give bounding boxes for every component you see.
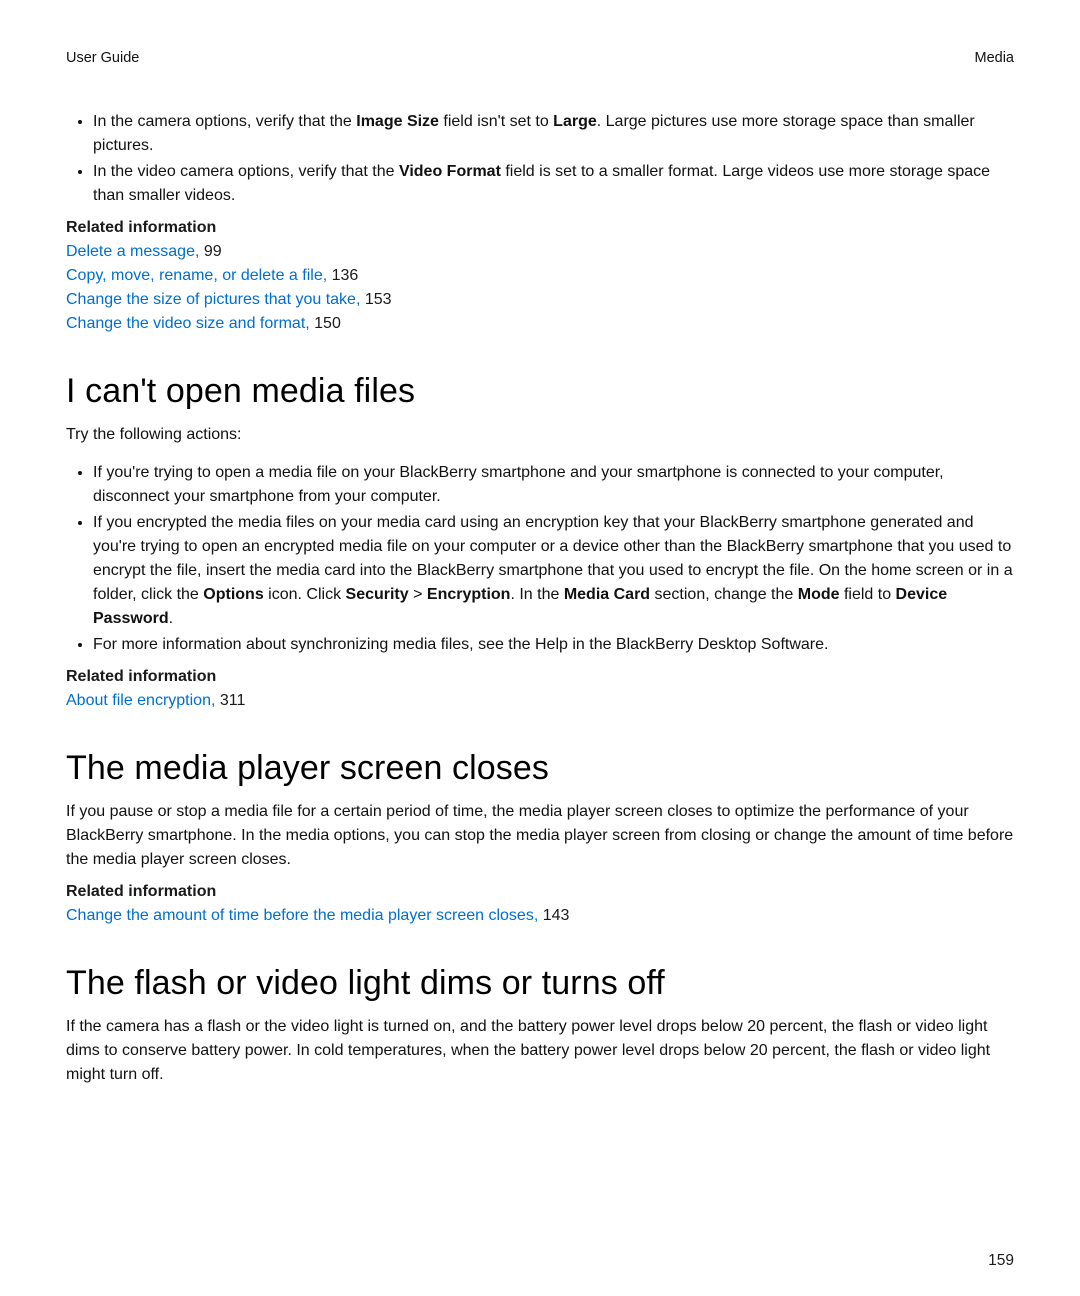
bold-text: Options xyxy=(203,586,263,603)
body-text: . In the xyxy=(510,586,563,603)
bold-text: Security xyxy=(346,586,409,603)
related-info-heading: Related information xyxy=(66,880,1014,904)
list-item: In the video camera options, verify that… xyxy=(93,160,1014,208)
body-text: In the video camera options, verify that… xyxy=(93,163,399,180)
page-number: 159 xyxy=(988,1252,1014,1270)
section-body: If the camera has a flash or the video l… xyxy=(66,1015,1014,1087)
section-intro: Try the following actions: xyxy=(66,423,1014,447)
bold-text: Video Format xyxy=(399,163,501,180)
bold-text: Image Size xyxy=(356,113,439,130)
related-link[interactable]: Delete a message, xyxy=(66,243,204,260)
body-text: field to xyxy=(840,586,896,603)
bold-text: Mode xyxy=(798,586,840,603)
page: User Guide Media In the camera options, … xyxy=(0,0,1080,1296)
section-body: If you pause or stop a media file for a … xyxy=(66,800,1014,872)
related-item: Copy, move, rename, or delete a file, 13… xyxy=(66,264,1014,288)
related-item: Change the amount of time before the med… xyxy=(66,904,1014,928)
related-info-heading: Related information xyxy=(66,665,1014,689)
related-item: Change the size of pictures that you tak… xyxy=(66,288,1014,312)
related-page-number: 99 xyxy=(204,243,222,260)
section-heading-flash-dims: The flash or video light dims or turns o… xyxy=(66,964,1014,1003)
bold-text: Large xyxy=(553,113,597,130)
top-bullets: In the camera options, verify that the I… xyxy=(66,110,1014,208)
related-info-heading: Related information xyxy=(66,216,1014,240)
body-text: field isn't set to xyxy=(439,113,553,130)
related-links-2: About file encryption, 311 xyxy=(66,689,1014,713)
related-link[interactable]: Change the video size and format, xyxy=(66,315,314,332)
list-item: If you're trying to open a media file on… xyxy=(93,461,1014,509)
related-page-number: 311 xyxy=(220,692,246,709)
section-heading-cant-open: I can't open media files xyxy=(66,372,1014,411)
related-item: Delete a message, 99 xyxy=(66,240,1014,264)
list-item: If you encrypted the media files on your… xyxy=(93,511,1014,631)
related-link[interactable]: About file encryption, xyxy=(66,692,220,709)
related-page-number: 153 xyxy=(365,291,392,308)
body-text: If you're trying to open a media file on… xyxy=(93,464,944,505)
related-page-number: 150 xyxy=(314,315,341,332)
bold-text: Media Card xyxy=(564,586,650,603)
list-item: For more information about synchronizing… xyxy=(93,633,1014,657)
body-text: For more information about synchronizing… xyxy=(93,636,828,653)
body-text: > xyxy=(409,586,427,603)
header-right: Media xyxy=(975,50,1015,66)
body-text: section, change the xyxy=(650,586,798,603)
related-link[interactable]: Change the amount of time before the med… xyxy=(66,907,543,924)
related-links-1: Delete a message, 99Copy, move, rename, … xyxy=(66,240,1014,336)
body-text: icon. Click xyxy=(264,586,346,603)
related-page-number: 143 xyxy=(543,907,570,924)
bold-text: Encryption xyxy=(427,586,511,603)
related-link[interactable]: Change the size of pictures that you tak… xyxy=(66,291,365,308)
related-links-3: Change the amount of time before the med… xyxy=(66,904,1014,928)
related-item: About file encryption, 311 xyxy=(66,689,1014,713)
body-text: In the camera options, verify that the xyxy=(93,113,356,130)
body-text: . xyxy=(169,610,173,627)
related-page-number: 136 xyxy=(332,267,359,284)
s1-bullets: If you're trying to open a media file on… xyxy=(66,461,1014,657)
related-item: Change the video size and format, 150 xyxy=(66,312,1014,336)
page-header: User Guide Media xyxy=(66,50,1014,66)
related-link[interactable]: Copy, move, rename, or delete a file, xyxy=(66,267,332,284)
header-left: User Guide xyxy=(66,50,139,66)
section-heading-media-player: The media player screen closes xyxy=(66,749,1014,788)
list-item: In the camera options, verify that the I… xyxy=(93,110,1014,158)
